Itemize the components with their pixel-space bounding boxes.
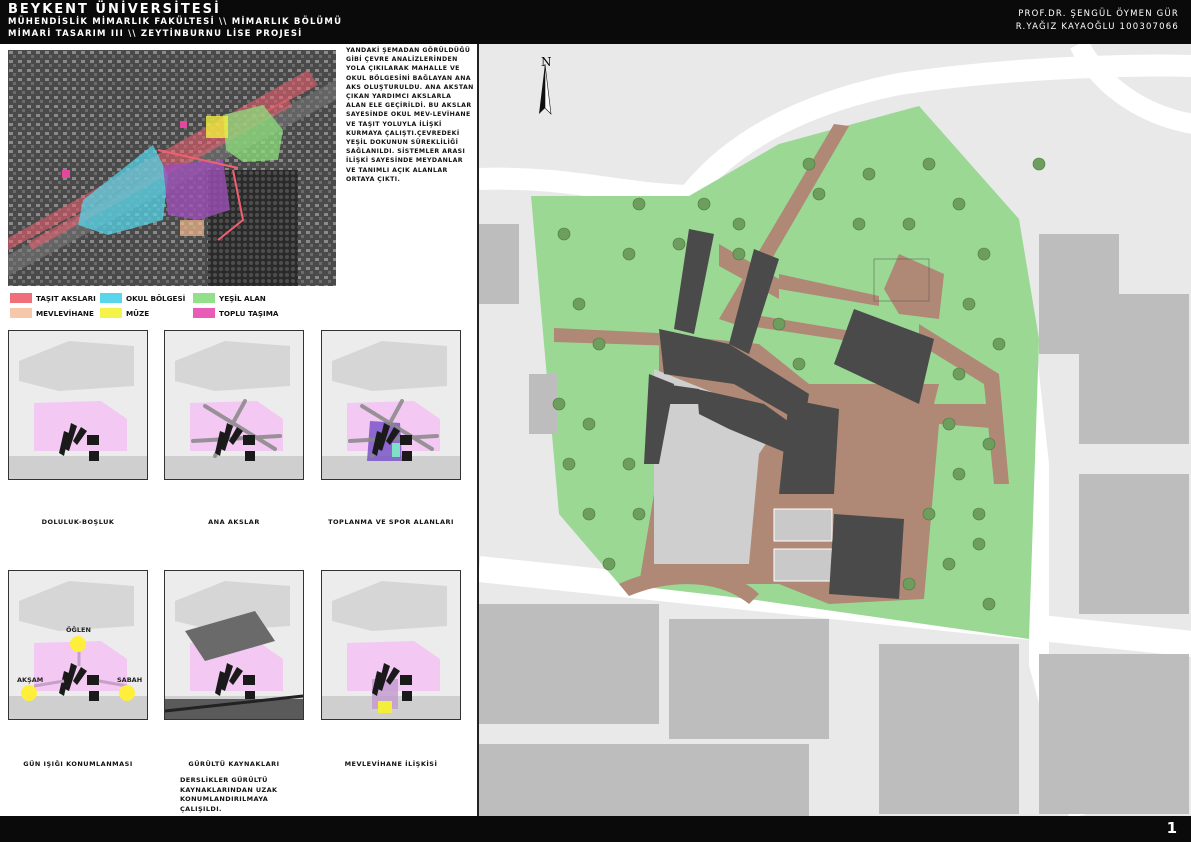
mevlevihane-area [180,220,204,236]
tree [952,197,966,211]
museum-area [206,116,228,138]
tree [592,337,606,351]
legend-swatch [193,293,215,303]
sun-marker-morning [119,685,135,701]
legend-label: TOPLU TAŞIMA [219,309,279,318]
tree [977,247,991,261]
tree [812,187,826,201]
tree [632,197,646,211]
tree [942,557,956,571]
legend-label: MEVLEVİHANE [36,309,94,318]
tree [982,597,996,611]
tree [572,297,586,311]
diagram-caption: TOPLANMA VE SPOR ALANLARI [328,518,454,526]
title-block: BEYKENT ÜNİVERSİTESİ MÜHENDİSLİK MİMARLI… [0,0,1191,44]
design-description: YANDAKİ ŞEMADAN GÖRÜLDÜĞÜ GİBİ ÇEVRE ANA… [346,47,474,183]
diagram-caption: ANA AKSLAR [208,518,260,526]
neighbor-building [479,224,519,304]
tree [952,367,966,381]
diagram-ana-akslar [164,330,304,480]
sun-marker-evening [21,685,37,701]
neighbor-building [1079,474,1189,614]
legend-swatch [100,293,122,303]
tree [972,507,986,521]
tree [732,217,746,231]
sun-marker-noon [70,636,86,652]
page-number: 1 [1166,819,1177,837]
neighbor-building [479,744,809,816]
neighbor-building [1079,294,1189,444]
diagram-caption: GÜRÜLTÜ KAYNAKLARI [188,760,280,768]
tree [557,227,571,241]
tree [1032,157,1046,171]
tree [902,217,916,231]
tree [582,507,596,521]
diagram-toplanma-spor [321,330,461,480]
legend-swatch [10,293,32,303]
sun-label-noon: ÖĞLEN [66,626,91,634]
site-plan: N [477,44,1191,816]
faculty-line: MÜHENDİSLİK MİMARLIK FAKÜLTESİ \\ MİMARL… [8,17,343,27]
student-name: R.YAĞIZ KAYAOĞLU 100307066 [1015,22,1179,32]
neighbor-building [669,619,829,739]
tree [602,557,616,571]
transit-stop [180,121,187,128]
tree [942,417,956,431]
legend-label: MÜZE [126,309,150,318]
tree [732,247,746,261]
tree [852,217,866,231]
legend-swatch [100,308,122,318]
diagram-caption: MEVLEVİHANE İLİŞKİSİ [344,760,438,768]
sport-court [773,548,833,582]
diagram-mevlevihane [321,570,461,720]
tree [622,457,636,471]
sun-label-evening: AKŞAM [17,676,44,684]
tree [562,457,576,471]
tree [962,297,976,311]
neighbor-building [1039,654,1189,814]
diagram-caption: GÜN IŞIĞI KONUMLANMASI [23,760,133,768]
tree [802,157,816,171]
aerial-site-analysis [8,50,336,286]
legend-label: TAŞIT AKSLARI [36,294,96,303]
legend-label: YEŞİL ALAN [219,294,266,303]
tree [952,467,966,481]
neighbor-building [479,604,659,724]
diagram-caption: DOLULUK-BOŞLUK [41,518,115,526]
tree [582,417,596,431]
sun-label-morning: SABAH [117,676,143,684]
footer-bar: 1 [0,816,1191,842]
tree [862,167,876,181]
tree [552,397,566,411]
tree [697,197,711,211]
tree [922,157,936,171]
tree [672,237,686,251]
transit-stop [62,170,70,178]
noise-note: DERSLİKLER GÜRÜLTÜ KAYNAKLARINDAN UZAK K… [180,776,278,813]
course-line: MİMARİ TASARIM III \\ ZEYTİNBURNU LİSE P… [8,29,303,39]
legend-label: OKUL BÖLGESİ [126,294,186,303]
tree [622,247,636,261]
tree [992,337,1006,351]
tree [922,507,936,521]
university-title: BEYKENT ÜNİVERSİTESİ [8,2,221,17]
tree [772,317,786,331]
tree [632,507,646,521]
school-block-area [163,160,230,220]
tree [902,577,916,591]
legend-swatch [193,308,215,318]
legend-swatch [10,308,32,318]
professor-name: PROF.DR. ŞENGÜL ÖYMEN GÜR [1018,9,1179,19]
sport-court [773,508,833,542]
diagram-gurultu [164,570,304,720]
tree [972,537,986,551]
neighbor-building [879,644,1019,814]
tree [982,437,996,451]
tree [792,357,806,371]
diagram-doluluk-bosluk [8,330,148,480]
north-label: N [541,55,552,69]
